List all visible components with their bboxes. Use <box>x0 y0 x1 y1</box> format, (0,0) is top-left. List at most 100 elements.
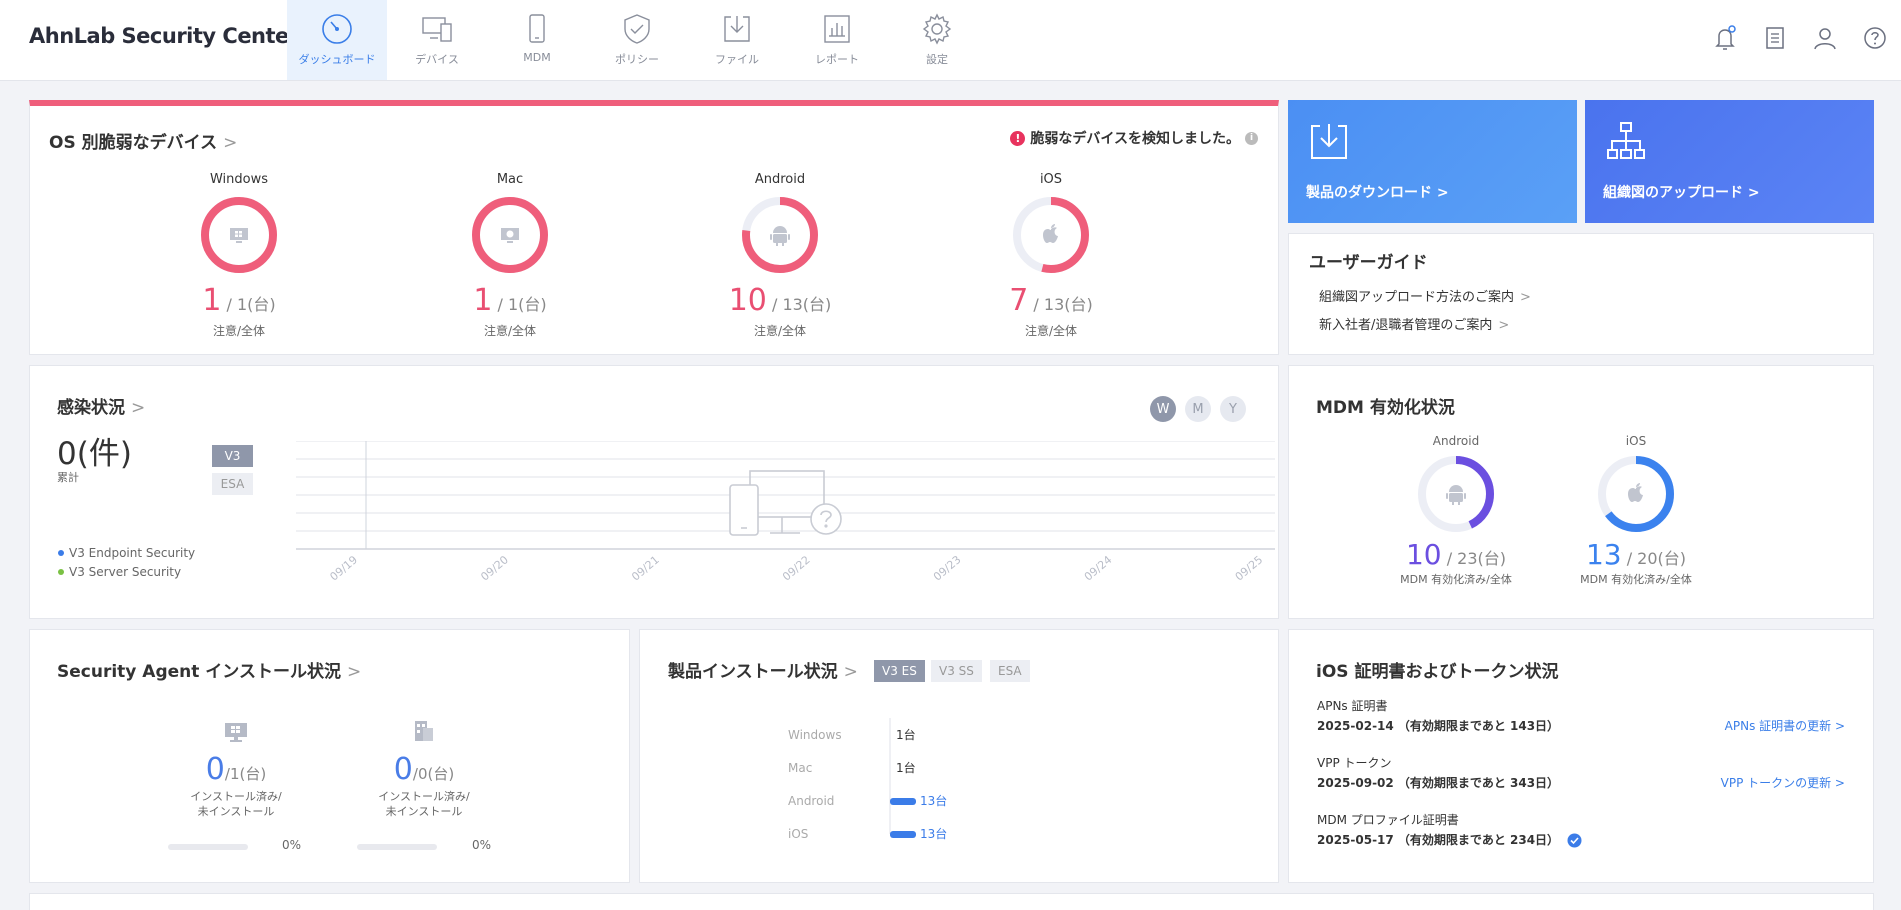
product-download-label: 製品のダウンロード > <box>1306 185 1449 201</box>
guide-item-new-user[interactable]: 新入社者/退職者管理のご案内 > <box>1319 314 1509 333</box>
os-count-total: / 1(台) <box>226 295 276 314</box>
nav-mdm[interactable]: MDM <box>487 0 587 80</box>
os-count: 1 / 1(台) <box>410 283 610 318</box>
nav-label: ポリシー <box>615 53 659 66</box>
infection-count: 0(件) <box>57 436 132 472</box>
agent-title[interactable]: Security Agent インストール状況 > <box>57 657 361 682</box>
period-week-button[interactable]: W <box>1150 396 1176 422</box>
legend-dot <box>58 550 64 556</box>
notification-bell-icon[interactable] <box>1711 24 1739 52</box>
os-name: Android <box>754 172 806 187</box>
infection-chart: 09/19 09/20 09/21 09/22 09/23 09/24 09/25 <box>296 441 1275 583</box>
os-sub: 注意/全体 <box>1024 324 1078 338</box>
nav-policy[interactable]: ポリシー <box>587 0 687 80</box>
agent-sub-line: 未インストール <box>385 805 463 818</box>
agent-title-text: Security Agent インストール状況 <box>57 662 341 682</box>
product-title[interactable]: 製品インストール状況 > <box>668 657 858 682</box>
mdm-count-value: 13 <box>1585 538 1622 571</box>
os-vulnerable-devices-card: OS 別脆弱なデバイス > ! 脆弱なデバイスを検知しました。 i Windows… <box>29 100 1279 355</box>
legend-dot <box>58 569 64 575</box>
os-count-total: / 1(台) <box>497 295 547 314</box>
nav-dashboard[interactable]: ダッシュボード <box>287 0 387 80</box>
guide-item-org-upload[interactable]: 組織図アップロード方法のご案内 > <box>1319 286 1531 305</box>
alert-text: 脆弱なデバイスを検知しました。 <box>1030 131 1240 147</box>
mdm-sub: MDM 有効化済み/全体 <box>1580 573 1692 586</box>
tag-esa[interactable]: ESA <box>212 473 253 495</box>
os-count-value: 10 <box>728 283 767 318</box>
chart-x-tick-label: 09/21 <box>629 553 662 583</box>
os-sub: 注意/全体 <box>753 324 807 338</box>
os-stat-mac: Mac 1 / 1(台) 注意/全体 <box>410 172 610 339</box>
alert-exclamation-icon: ! <box>1010 130 1026 146</box>
devices-icon <box>422 17 452 42</box>
mdm-count-total: / 23(台) <box>1446 549 1507 568</box>
nav-label: MDM <box>523 51 551 64</box>
app-logo[interactable]: AhnLab Security Center <box>29 24 299 48</box>
legend-label: V3 Endpoint Security <box>69 546 196 560</box>
apns-cert-update-link[interactable]: APNs 証明書の更新 > <box>1725 717 1845 734</box>
windows-pc-icon <box>225 723 247 742</box>
os-card-title[interactable]: OS 別脆弱なデバイス > <box>49 128 237 153</box>
info-icon[interactable]: i <box>1245 131 1258 145</box>
tab-v3-es[interactable]: V3 ES <box>874 660 925 682</box>
security-agent-install-card: Security Agent インストール状況 > 0/1(台) インストール済み… <box>29 629 630 883</box>
os-name: Mac <box>496 172 524 187</box>
mdm-stat-ios: iOS 13 / 20(台) MDM 有効化済み/全体 <box>1546 434 1726 587</box>
chart-bar <box>890 831 916 838</box>
agent-count: 0 <box>205 752 225 787</box>
chart-x-tick-label: 09/23 <box>931 553 964 583</box>
agent-sub-line: インストール済み/ <box>190 790 282 803</box>
mdm-os-name: Android <box>1432 434 1480 448</box>
file-download-icon <box>724 16 750 42</box>
mdm-count-value: 10 <box>1405 538 1442 571</box>
mdm-count-total: / 20(台) <box>1626 549 1687 568</box>
ios-donut-icon <box>1009 193 1093 277</box>
bottom-card <box>29 893 1874 910</box>
clipboard-icon[interactable] <box>1761 24 1789 52</box>
infection-title[interactable]: 感染状況 > <box>57 393 145 418</box>
nav-report[interactable]: レポート <box>787 0 887 80</box>
shield-check-icon <box>624 14 650 44</box>
mdm-count: 13 / 20(台) <box>1546 538 1726 571</box>
chart-category-label: Windows <box>788 728 842 742</box>
org-chart-upload-tile[interactable]: 組織図のアップロード > <box>1585 100 1874 223</box>
agent-server-count: 0/0(台) <box>344 752 504 787</box>
guide-item-label: 新入社者/退職者管理のご案内 <box>1319 318 1493 333</box>
period-month-button[interactable]: M <box>1185 396 1211 422</box>
os-name: iOS <box>1039 172 1063 187</box>
nav-settings[interactable]: 設定 <box>887 0 987 80</box>
agent-sub-line: 未インストール <box>197 805 275 818</box>
agent-total: /1(台) <box>224 765 267 783</box>
tab-esa[interactable]: ESA <box>990 660 1030 682</box>
chevron-right-icon: > <box>1498 318 1510 333</box>
os-stat-ios: iOS 7 / 13(台) 注意/全体 <box>951 172 1151 339</box>
nav-file[interactable]: ファイル <box>687 0 787 80</box>
agent-count: 0 <box>393 752 413 787</box>
vpp-token-update-link[interactable]: VPP トークンの更新 > <box>1721 774 1845 791</box>
chart-data-label: 1台 <box>896 760 916 775</box>
chart-category-label: Mac <box>788 761 812 775</box>
agent-windows-pct: 0% <box>282 838 302 852</box>
chart-x-tick-label: 09/20 <box>478 553 511 583</box>
mdm-count: 10 / 23(台) <box>1366 538 1546 571</box>
period-year-button[interactable]: Y <box>1220 396 1246 422</box>
tag-v3[interactable]: V3 <box>212 445 253 467</box>
agent-windows-progress <box>168 844 248 850</box>
chevron-right-icon: > <box>1520 290 1531 305</box>
mdm-title: MDM 有効化状況 <box>1316 398 1455 418</box>
ios-cert-title: iOS 証明書およびトークン状況 <box>1316 662 1559 682</box>
agent-sub: インストール済み/未インストール <box>344 789 504 819</box>
user-profile-icon[interactable] <box>1811 24 1839 52</box>
os-card-title-text: OS 別脆弱なデバイス <box>49 133 218 153</box>
legend-v3-server: V3 Server Security <box>58 565 181 579</box>
nav-devices[interactable]: デバイス <box>387 0 487 80</box>
tab-v3-ss[interactable]: V3 SS <box>931 660 982 682</box>
mdm-os-name: iOS <box>1625 434 1647 448</box>
product-download-tile[interactable]: 製品のダウンロード > <box>1288 100 1577 223</box>
report-chart-icon <box>824 15 850 43</box>
org-chart-upload-label: 組織図のアップロード > <box>1603 185 1760 201</box>
guide-item-label: 組織図アップロード方法のご案内 <box>1319 290 1515 305</box>
help-icon[interactable] <box>1861 24 1889 52</box>
nav-label: デバイス <box>415 53 459 66</box>
agent-server-stat: 0/0(台) インストール済み/未インストール <box>344 748 504 819</box>
